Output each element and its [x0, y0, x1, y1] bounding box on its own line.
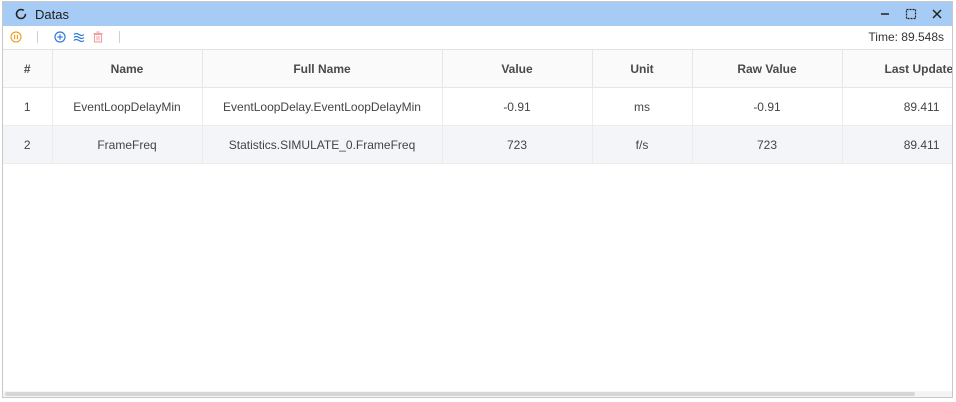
cell-value: 723: [442, 125, 593, 164]
toolbar: Time: 89.548s: [3, 26, 952, 48]
table-header-row: # Name Full Name Value Unit Raw Value La…: [3, 50, 952, 88]
cell-index: 2: [3, 125, 53, 164]
cell-last-update: 89.411: [842, 125, 952, 164]
cell-name: EventLoopDelayMin: [52, 87, 203, 126]
cell-unit: ms: [592, 87, 693, 126]
datas-window: Datas Time: 89.548s # Name Full Name Val…: [2, 1, 953, 398]
title-bar[interactable]: Datas: [3, 2, 952, 26]
header-full-name[interactable]: Full Name: [202, 50, 443, 88]
horizontal-scrollbar[interactable]: [3, 391, 952, 397]
data-table-container[interactable]: # Name Full Name Value Unit Raw Value La…: [3, 49, 952, 391]
cell-full-name: Statistics.SIMULATE_0.FrameFreq: [202, 125, 443, 164]
cell-raw-value: 723: [692, 125, 843, 164]
header-last-update[interactable]: Last Update: [842, 50, 952, 88]
cell-raw-value: -0.91: [692, 87, 843, 126]
cell-value: -0.91: [442, 87, 593, 126]
delete-icon[interactable]: [91, 30, 105, 44]
header-value[interactable]: Value: [442, 50, 593, 88]
minimize-icon[interactable]: [878, 7, 892, 21]
header-raw-value[interactable]: Raw Value: [692, 50, 843, 88]
maximize-icon[interactable]: [904, 7, 918, 21]
time-readout: Time: 89.548s: [868, 30, 944, 44]
window-title: Datas: [35, 6, 69, 22]
add-icon[interactable]: [53, 30, 67, 44]
cell-name: FrameFreq: [52, 125, 203, 164]
toolbar-separator: [119, 31, 120, 43]
circle-icon: [13, 6, 29, 22]
pause-icon[interactable]: [9, 30, 23, 44]
header-index[interactable]: #: [3, 50, 53, 88]
cell-last-update: 89.411: [842, 87, 952, 126]
cell-full-name: EventLoopDelay.EventLoopDelayMin: [202, 87, 443, 126]
table-row[interactable]: 2 FrameFreq Statistics.SIMULATE_0.FrameF…: [3, 125, 952, 164]
cell-index: 1: [3, 87, 53, 126]
header-unit[interactable]: Unit: [592, 50, 693, 88]
header-name[interactable]: Name: [52, 50, 203, 88]
toolbar-separator: [37, 31, 38, 43]
data-table: # Name Full Name Value Unit Raw Value La…: [3, 50, 952, 164]
waves-icon[interactable]: [72, 30, 86, 44]
close-icon[interactable]: [930, 7, 944, 21]
table-row[interactable]: 1 EventLoopDelayMin EventLoopDelay.Event…: [3, 87, 952, 126]
cell-unit: f/s: [592, 125, 693, 164]
scrollbar-thumb[interactable]: [5, 392, 915, 396]
